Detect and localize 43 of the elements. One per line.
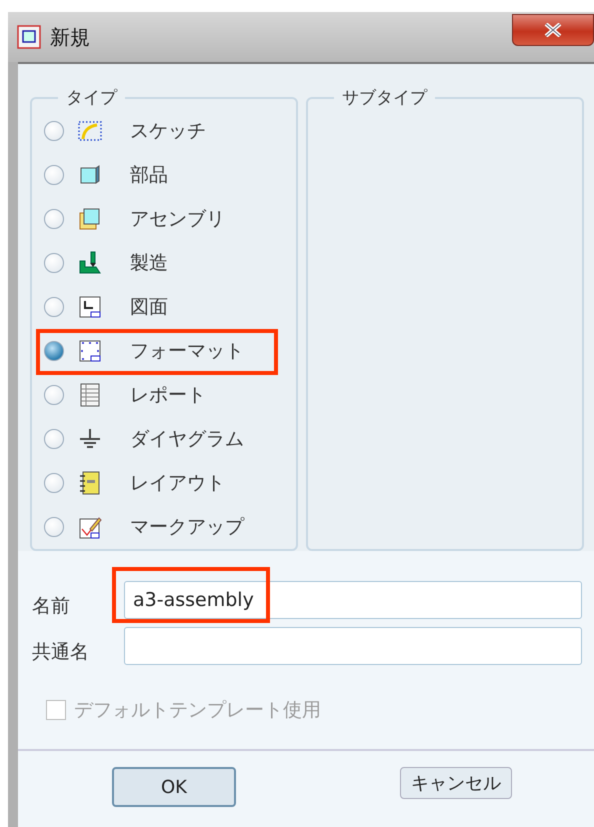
- markup-icon: [80, 517, 102, 538]
- window-title: 新規: [50, 24, 90, 50]
- radio-button[interactable]: [44, 121, 64, 141]
- radio-button[interactable]: [44, 209, 64, 229]
- close-button[interactable]: [512, 14, 594, 46]
- cube-icon: [80, 165, 100, 184]
- radio-button[interactable]: [44, 473, 64, 493]
- type-label[interactable]: レイアウト: [130, 470, 225, 496]
- checkbox-label: デフォルトテンプレート使用: [74, 698, 321, 723]
- type-label[interactable]: マークアップ: [130, 514, 244, 540]
- type-label[interactable]: フォーマット: [130, 338, 244, 364]
- ground-icon: [79, 428, 101, 448]
- radio-button[interactable]: [44, 517, 64, 537]
- close-icon: [544, 23, 562, 37]
- window-icon: [16, 24, 42, 50]
- type-label[interactable]: 製造: [130, 250, 168, 276]
- text-field[interactable]: a3-assembly: [124, 581, 582, 619]
- text-field[interactable]: [124, 627, 582, 665]
- radio-button[interactable]: [44, 385, 64, 405]
- type-label[interactable]: アセンブリ: [130, 206, 225, 232]
- group-label: サブタイプ: [341, 87, 428, 109]
- type-label[interactable]: ダイヤグラム: [130, 426, 244, 452]
- assembly-icon: [80, 208, 100, 230]
- drawing-icon: [80, 296, 100, 318]
- type-label[interactable]: スケッチ: [130, 118, 206, 144]
- cancel-button[interactable]: キャンセル: [400, 767, 512, 799]
- type-label[interactable]: レポート: [130, 382, 206, 408]
- tool-icon: [80, 252, 101, 274]
- sketch-icon: [78, 121, 102, 141]
- table-icon: [80, 384, 100, 406]
- sheet-icon: [80, 340, 100, 362]
- type-label[interactable]: 部品: [130, 162, 168, 188]
- radio-button[interactable]: [44, 429, 64, 449]
- radio-button[interactable]: [44, 165, 64, 185]
- radio-button[interactable]: [44, 253, 64, 273]
- ok-button[interactable]: OK: [112, 767, 236, 807]
- notebook-icon: [79, 472, 100, 494]
- field-label: 名前: [32, 594, 71, 619]
- radio-button[interactable]: [44, 341, 64, 361]
- radio-button[interactable]: [44, 297, 64, 317]
- type-label[interactable]: 図面: [130, 294, 168, 320]
- group-label: タイプ: [65, 87, 118, 109]
- field-label: 共通名: [32, 640, 90, 665]
